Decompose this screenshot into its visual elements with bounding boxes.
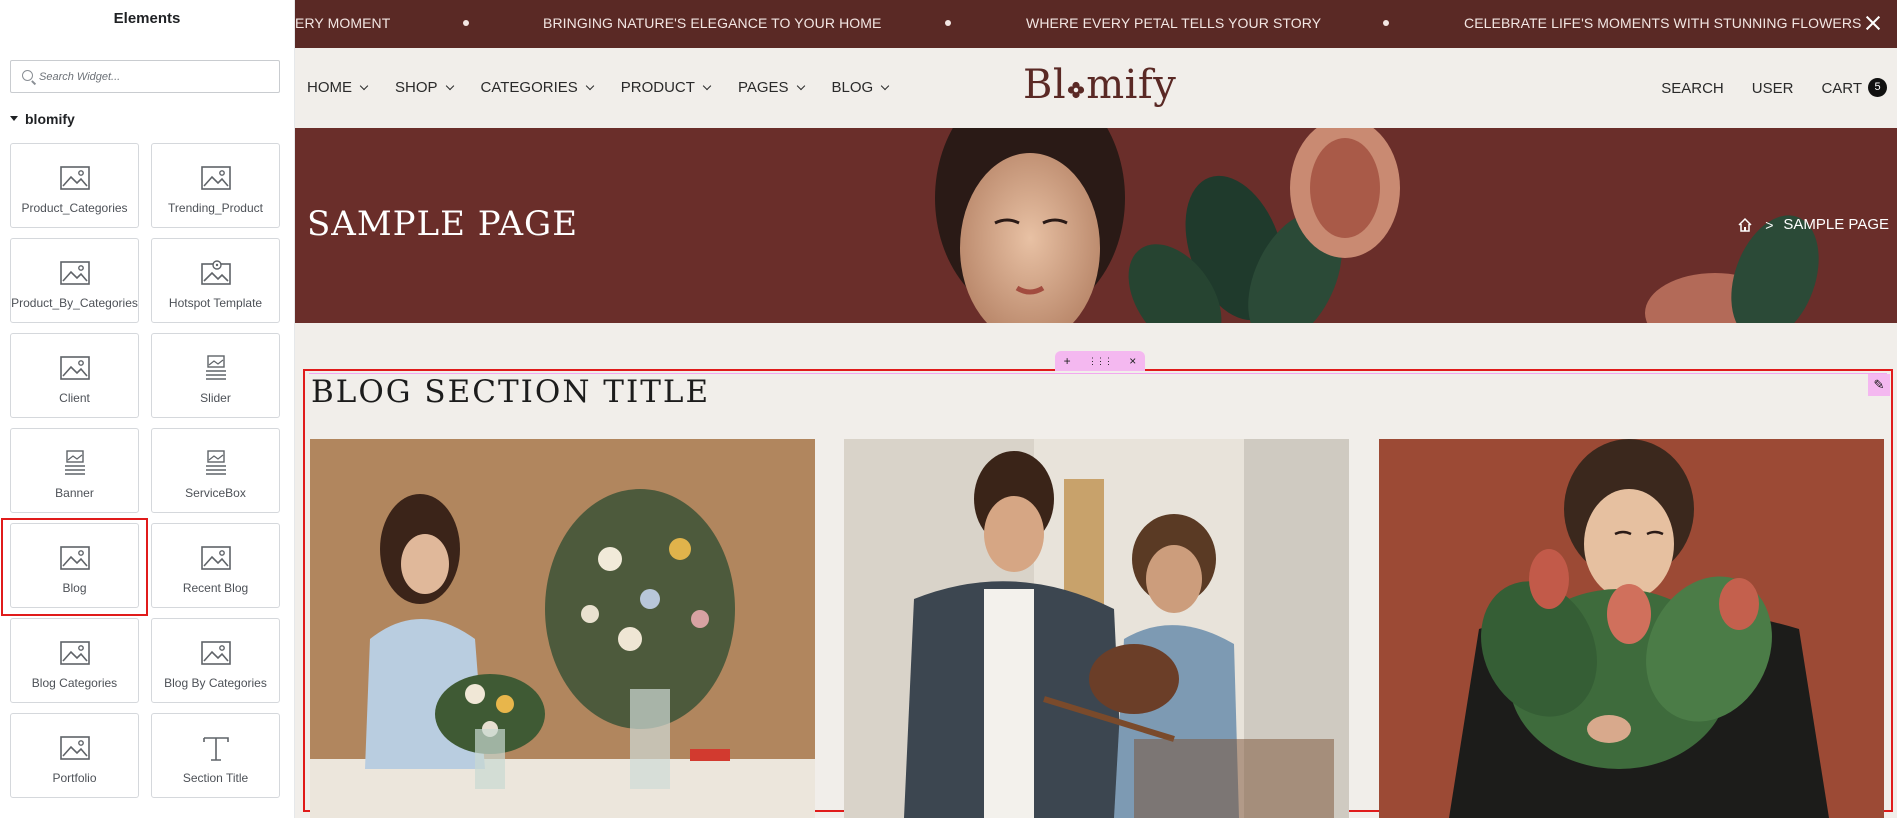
ticker-item: ERY MOMENT: [295, 15, 391, 31]
elements-panel: Elements blomify Product_Categories Trend…: [0, 0, 295, 818]
image-icon: [59, 354, 91, 382]
blog-section-title[interactable]: BLOG SECTION TITLE: [311, 374, 710, 410]
blog-post-image[interactable]: [844, 439, 1349, 818]
menu-item-home[interactable]: HOME: [307, 79, 369, 96]
drag-handle-icon[interactable]: ⋮⋮⋮: [1088, 356, 1113, 367]
widget-label: Product_By_Categories: [11, 296, 138, 310]
widget-trending-product[interactable]: Trending_Product: [151, 143, 280, 228]
search-link[interactable]: SEARCH: [1661, 80, 1724, 97]
widget-label: Product_Categories: [21, 201, 128, 215]
widget-label: Blog Categories: [31, 676, 118, 690]
blog-image-florist-arranging: [310, 439, 815, 818]
delete-section-icon[interactable]: ×: [1129, 354, 1136, 368]
widget-recent-blog[interactable]: Recent Blog: [151, 523, 280, 608]
widget-label: ServiceBox: [185, 486, 246, 500]
home-icon[interactable]: [1737, 217, 1753, 233]
image-icon: [59, 734, 91, 762]
search-input[interactable]: [39, 61, 277, 92]
site-preview: ERY MOMENT BRINGING NATURE'S ELEGANCE TO…: [295, 0, 1897, 818]
ticker-dot: [945, 20, 951, 26]
menu-item-pages[interactable]: PAGES: [738, 79, 805, 96]
user-link[interactable]: USER: [1752, 80, 1794, 97]
category-toggle-blomify[interactable]: blomify: [10, 111, 75, 127]
selected-widget-outline: [1, 518, 148, 616]
section-toolbar: + ⋮⋮⋮ ×: [1055, 351, 1145, 371]
chevron-down-icon: [880, 81, 890, 91]
page-title: SAMPLE PAGE: [307, 204, 579, 244]
menu-item-shop[interactable]: SHOP: [395, 79, 454, 96]
site-logo[interactable]: Bl mify: [1023, 62, 1176, 108]
blog-post-image[interactable]: [310, 439, 815, 818]
widget-section-title[interactable]: Section Title: [151, 713, 280, 798]
widget-portfolio[interactable]: Portfolio: [10, 713, 139, 798]
blog-image-two-florists: [844, 439, 1349, 818]
widget-product-by-categories[interactable]: Product_By_Categories: [10, 238, 139, 323]
widget-client[interactable]: Client: [10, 333, 139, 418]
ticker-item: BRINGING NATURE'S ELEGANCE TO YOUR HOME: [543, 15, 882, 31]
chevron-down-icon: [445, 81, 454, 91]
cart-link[interactable]: CART: [1821, 80, 1862, 97]
image-icon: [59, 164, 91, 192]
chevron-down-icon: [702, 81, 712, 91]
image-icon: [200, 544, 232, 572]
widget-blog-categories[interactable]: Blog Categories: [10, 618, 139, 703]
ticker-dot: [463, 20, 469, 26]
close-icon[interactable]: [1861, 11, 1885, 35]
caret-down-icon: [10, 115, 18, 121]
widget-label: Hotspot Template: [168, 296, 263, 310]
widget-slider[interactable]: Slider: [151, 333, 280, 418]
edit-widget-icon[interactable]: ✎: [1868, 374, 1890, 396]
add-section-icon[interactable]: +: [1064, 354, 1071, 368]
menu-item-product[interactable]: PRODUCT: [621, 79, 712, 96]
widget-blog-by-categories[interactable]: Blog By Categories: [151, 618, 280, 703]
main-header: HOME SHOP CATEGORIES PRODUCT PAGES BLOG …: [295, 48, 1897, 128]
flower-logo-icon: [1068, 81, 1085, 99]
image-hotspot-icon: [200, 259, 232, 287]
blog-image-woman-with-protea: [1379, 439, 1884, 818]
image-icon: [200, 164, 232, 192]
chevron-down-icon: [796, 81, 805, 91]
cart-count-badge: 5: [1868, 78, 1887, 97]
page-banner: SAMPLE PAGE > SAMPLE PAGE: [295, 128, 1897, 323]
widget-product-categories[interactable]: Product_Categories: [10, 143, 139, 228]
menu-item-categories[interactable]: CATEGORIES: [481, 79, 595, 96]
widget-label: Recent Blog: [182, 581, 249, 595]
ticker-dot: [1383, 20, 1389, 26]
breadcrumb: > SAMPLE PAGE: [1737, 216, 1889, 233]
chevron-right-icon: >: [1765, 216, 1774, 233]
panel-title: Elements: [113, 10, 181, 27]
widget-label: Slider: [200, 391, 231, 405]
ticker-item: CELEBRATE LIFE'S MOMENTS WITH STUNNING F…: [1464, 15, 1862, 31]
header-actions: SEARCH USER CART 5: [1633, 78, 1887, 98]
chevron-down-icon: [359, 81, 369, 91]
image-icon: [59, 259, 91, 287]
menu-item-blog[interactable]: BLOG: [832, 79, 890, 96]
widget-label: Client: [59, 391, 90, 405]
blog-post-image[interactable]: [1379, 439, 1884, 818]
image-icon: [59, 639, 91, 667]
widget-label: Banner: [55, 486, 94, 500]
breadcrumb-current: SAMPLE PAGE: [1783, 216, 1889, 233]
slides-icon: [200, 354, 232, 382]
search-icon: [22, 70, 33, 81]
widget-label: Portfolio: [52, 771, 97, 785]
widget-search[interactable]: [10, 60, 280, 93]
main-menu: HOME SHOP CATEGORIES PRODUCT PAGES BLOG: [307, 79, 916, 96]
announcement-ticker: ERY MOMENT BRINGING NATURE'S ELEGANCE TO…: [295, 0, 1897, 48]
slides-icon: [59, 449, 91, 477]
ticker-item: WHERE EVERY PETAL TELLS YOUR STORY: [1026, 15, 1322, 31]
widget-label: Section Title: [182, 771, 249, 785]
widget-label: Trending_Product: [168, 201, 263, 215]
widget-servicebox[interactable]: ServiceBox: [151, 428, 280, 513]
widget-banner[interactable]: Banner: [10, 428, 139, 513]
text-T-icon: [200, 734, 232, 762]
slides-icon: [200, 449, 232, 477]
image-icon: [200, 639, 232, 667]
chevron-down-icon: [585, 81, 595, 91]
widget-hotspot-template[interactable]: Hotspot Template: [151, 238, 280, 323]
widget-label: Blog By Categories: [164, 676, 267, 690]
